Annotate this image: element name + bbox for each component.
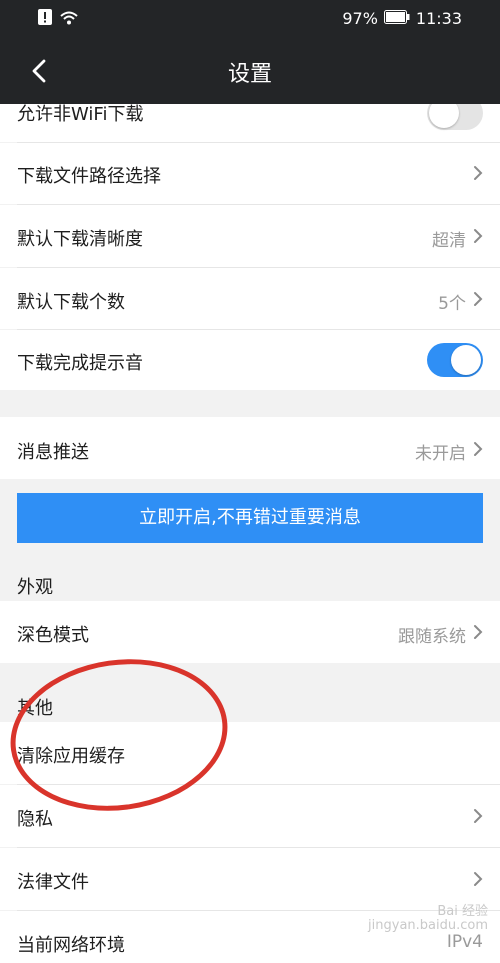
status-left (38, 9, 78, 29)
wifi-icon (60, 10, 78, 29)
setting-download-sound[interactable]: 下载完成提示音 (0, 330, 500, 390)
nav-bar: 设置 (0, 38, 500, 104)
setting-label: 下载完成提示音 (17, 353, 143, 374)
section-header-other: 其他 (17, 698, 53, 719)
setting-default-count[interactable]: 默认下载个数 5个 (0, 268, 500, 329)
setting-default-quality[interactable]: 默认下载清晰度 超清 (0, 205, 500, 267)
chevron-right-icon (471, 226, 485, 246)
setting-label: 深色模式 (17, 625, 89, 646)
chevron-right-icon (471, 439, 485, 459)
setting-clear-cache[interactable]: 清除应用缓存 (0, 722, 500, 784)
watermark-logo: Bai 经验 (437, 904, 488, 919)
setting-label: 隐私 (17, 809, 53, 830)
setting-label: 清除应用缓存 (17, 746, 125, 767)
battery-icon (383, 9, 410, 28)
setting-value: IPv4 (446, 932, 483, 952)
setting-label: 默认下载清晰度 (17, 229, 143, 250)
setting-download-path[interactable]: 下载文件路径选择 (0, 143, 500, 204)
battery-percent: 97% (342, 9, 378, 28)
chevron-right-icon (471, 806, 485, 826)
section-header-appearance: 外观 (17, 577, 53, 598)
setting-dark-mode[interactable]: 深色模式 跟随系统 (0, 601, 500, 663)
status-bar: 97% 11:33 (0, 0, 500, 38)
setting-value: 超清 (432, 231, 466, 251)
setting-label: 允许非WiFi下载 (17, 104, 144, 125)
enable-notifications-banner[interactable]: 立即开启,不再错过重要消息 (17, 493, 483, 543)
setting-privacy[interactable]: 隐私 (0, 785, 500, 847)
toggle-knob (429, 104, 459, 128)
setting-value: 跟随系统 (398, 627, 466, 647)
setting-value: 5个 (438, 294, 466, 314)
watermark: Bai 经验 jingyan.baidu.com (368, 905, 488, 933)
watermark-url: jingyan.baidu.com (368, 918, 488, 933)
setting-message-push[interactable]: 消息推送 未开启 (0, 417, 500, 479)
chevron-right-icon (471, 289, 485, 309)
chevron-right-icon (471, 869, 485, 889)
setting-label: 下载文件路径选择 (17, 166, 161, 187)
setting-label: 消息推送 (17, 442, 89, 463)
chevron-right-icon (471, 163, 485, 183)
setting-allow-non-wifi[interactable]: 允许非WiFi下载 (0, 104, 500, 142)
setting-value: 未开启 (415, 444, 466, 464)
page-title: 设置 (227, 62, 272, 87)
alert-icon (38, 9, 52, 29)
chevron-right-icon (471, 622, 485, 642)
download-sound-toggle[interactable] (427, 343, 483, 377)
status-right: 97% 11:33 (342, 9, 462, 28)
toggle-knob (451, 345, 481, 375)
settings-list[interactable]: 允许非WiFi下载 下载文件路径选择 默认下载清晰度 超清 默认下载个数 5个 … (0, 104, 500, 963)
setting-label: 法律文件 (17, 872, 89, 893)
non-wifi-toggle[interactable] (427, 104, 483, 130)
setting-label: 默认下载个数 (17, 292, 125, 313)
setting-legal[interactable]: 法律文件 (0, 848, 500, 910)
setting-label: 当前网络环境 (17, 935, 125, 956)
clock: 11:33 (415, 9, 462, 28)
